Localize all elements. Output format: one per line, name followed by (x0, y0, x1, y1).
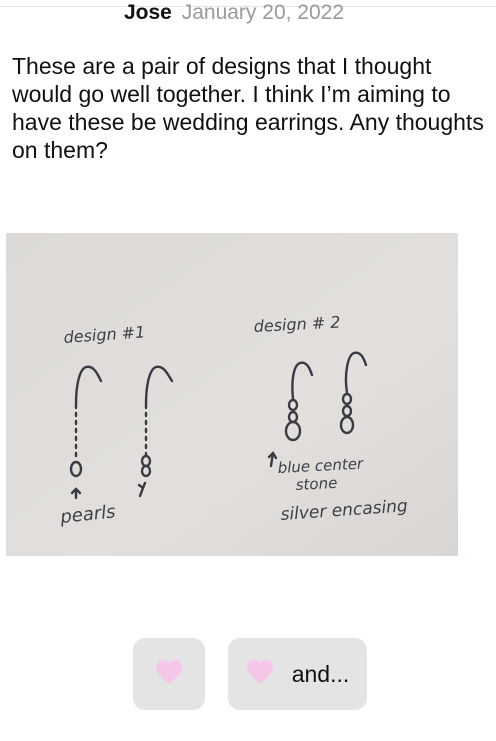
post-date: January 20, 2022 (181, 1, 345, 24)
and-button-label: and... (291, 660, 350, 687)
heart-icon (246, 659, 274, 690)
author-name[interactable]: Jose (124, 1, 172, 24)
earring-sketch-image: design #1 design # 2 pearls blue center … (6, 233, 458, 556)
post-body: These are a pair of designs that I thoug… (12, 53, 484, 163)
and-button[interactable]: and... (228, 638, 367, 710)
post-photo[interactable]: design #1 design # 2 pearls blue center … (6, 233, 458, 556)
label-stone: stone (295, 474, 337, 494)
like-button[interactable] (133, 638, 205, 710)
post-byline: Jose January 20, 2022 (124, 0, 344, 26)
heart-icon (155, 659, 183, 690)
